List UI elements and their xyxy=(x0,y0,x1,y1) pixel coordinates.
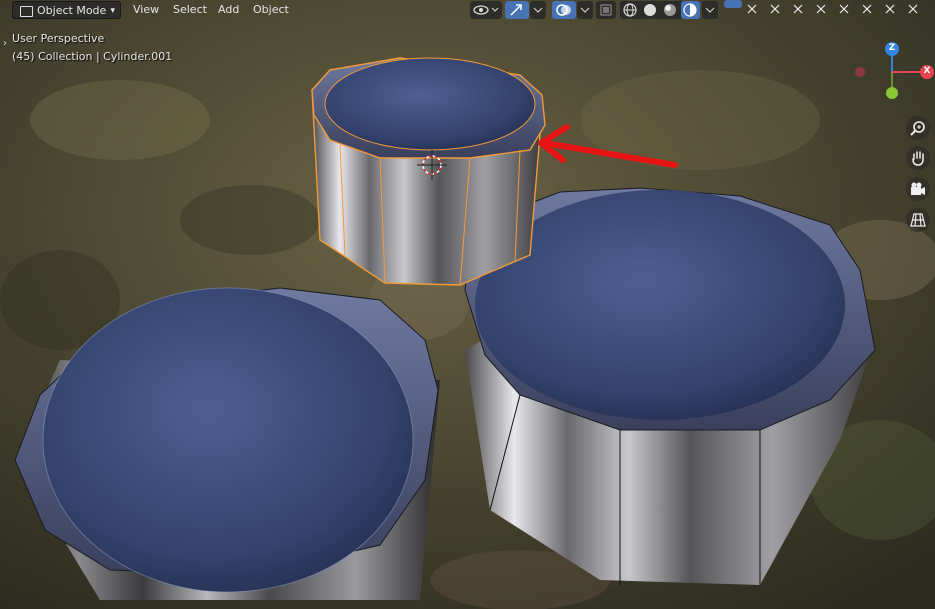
close-icon[interactable] xyxy=(816,4,826,14)
menu-select[interactable]: Select xyxy=(167,1,213,19)
grid-icon xyxy=(910,213,926,227)
close-icon[interactable] xyxy=(770,4,780,14)
z-axis-label: Z xyxy=(888,43,896,53)
chevron-down-icon: ▾ xyxy=(110,6,115,16)
visibility-button[interactable] xyxy=(470,1,502,19)
close-icon[interactable] xyxy=(839,4,849,14)
toggle-indicator[interactable] xyxy=(724,0,742,8)
3d-viewport[interactable]: Object Mode ▾ View Select Add Object › U… xyxy=(0,0,935,609)
mode-dropdown[interactable]: Object Mode ▾ xyxy=(12,1,121,19)
hand-pan-icon xyxy=(912,151,924,166)
menu-view[interactable]: View xyxy=(127,1,165,19)
object-mode-icon xyxy=(20,6,33,17)
eye-icon xyxy=(473,5,499,15)
gizmo-toggle-button[interactable] xyxy=(505,1,529,19)
perspective-toggle-button[interactable] xyxy=(906,208,930,232)
zoom-icon xyxy=(910,121,925,136)
viewport-collection-label: (45) Collection | Cylinder.001 xyxy=(12,50,173,63)
viewport-perspective-label: User Perspective xyxy=(12,32,105,45)
shading-dropdown[interactable] xyxy=(702,1,718,19)
gizmo-dropdown[interactable] xyxy=(530,1,546,19)
close-icon[interactable] xyxy=(885,4,895,14)
camera-view-button[interactable] xyxy=(906,177,930,201)
xray-icon xyxy=(600,4,612,16)
sidebar-expand-icon[interactable]: › xyxy=(3,38,7,49)
close-icon[interactable] xyxy=(747,4,757,14)
chevron-down-icon xyxy=(705,7,715,13)
camera-icon xyxy=(911,182,925,195)
overlay-toggle-button[interactable] xyxy=(552,1,576,19)
viewport-header: Object Mode ▾ View Select Add Object xyxy=(0,0,935,22)
chevron-down-icon xyxy=(580,7,590,13)
overlay-icon xyxy=(556,4,571,16)
close-icon[interactable] xyxy=(793,4,803,14)
x-axis-label: X xyxy=(923,66,931,76)
solid-shading-icon xyxy=(644,4,656,16)
shading-group xyxy=(620,1,700,19)
mode-label: Object Mode xyxy=(37,4,107,17)
transform-icon xyxy=(510,4,522,16)
menu-add[interactable]: Add xyxy=(212,1,245,19)
overlay-dropdown[interactable] xyxy=(577,1,593,19)
menu-object[interactable]: Object xyxy=(247,1,295,19)
neg-x-axis-icon xyxy=(855,67,865,77)
y-axis-icon xyxy=(886,87,898,99)
wireframe-shading-icon xyxy=(623,3,637,17)
close-icon[interactable] xyxy=(862,4,872,14)
pan-button[interactable] xyxy=(906,146,930,170)
material-shading-icon xyxy=(664,4,676,16)
zoom-button[interactable] xyxy=(906,116,930,140)
xray-button[interactable] xyxy=(596,1,616,19)
chevron-down-icon xyxy=(533,7,543,13)
scene-render xyxy=(0,0,935,609)
close-icon[interactable] xyxy=(908,4,918,14)
cylinder-selected xyxy=(311,57,546,286)
